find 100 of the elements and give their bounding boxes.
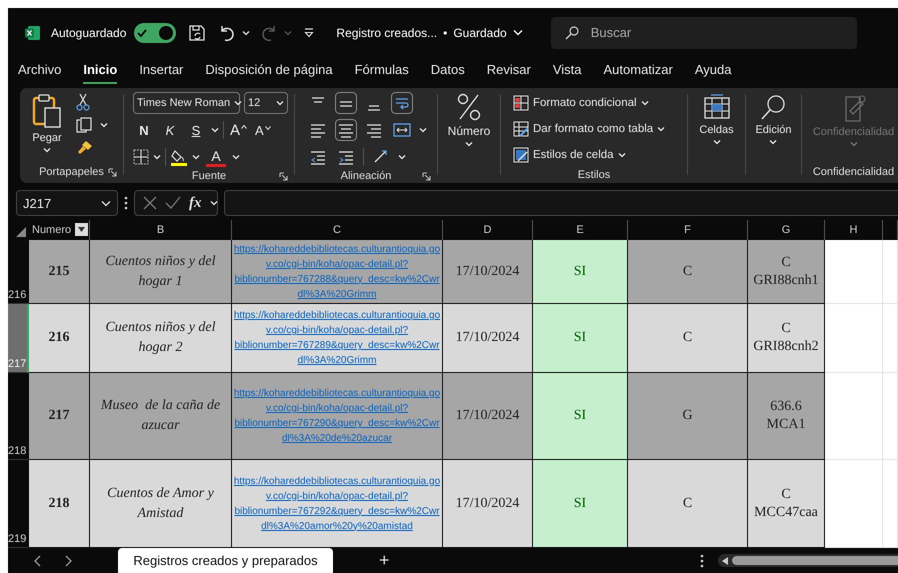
italic-button[interactable]: K [159,122,181,138]
dialog-launcher-icon[interactable] [422,172,431,180]
caret-icon[interactable] [232,154,240,160]
editing-button[interactable]: Edición [751,91,796,147]
document-title-button[interactable]: Registro creados... • Guardado [336,26,523,40]
row-header[interactable]: 217 [8,304,29,373]
record-link[interactable]: https://kohareddebibliotecas.culturantioquia.gov.co/cgi-bin/koha/opac-detail.pl?biblionumber=767292&query_desc=kw%2Cwrdl%3A%20amor%20y%20amistad [232,474,442,534]
group-label: Confidencialidad [812,166,894,178]
table-cell: 17/10/2024 [443,460,533,548]
group-label: Alineación [340,170,392,182]
table-cell: 216 [29,304,90,373]
scissors-icon[interactable] [76,93,90,111]
menu-tab[interactable]: Insertar [139,58,184,84]
menu-tab[interactable]: Revisar [486,58,531,84]
more-options-icon[interactable] [700,554,704,568]
menu-tab[interactable]: Fórmulas [354,58,409,84]
align-center-icon[interactable] [335,119,357,141]
cells-button[interactable]: Celdas [695,91,738,147]
record-link[interactable]: https://kohareddebibliotecas.culturantioquia.gov.co/cgi-bin/koha/opac-detail.pl?biblionumber=767289&query_desc=kw%2Cwrdl%3A%20Grimm [232,308,442,368]
shrink-font-button[interactable]: A [253,122,273,138]
caret-icon [284,30,292,36]
cells-icon [702,93,730,121]
style-menu-button[interactable]: Formato condicional [511,91,651,114]
caret-icon [43,147,51,153]
menu-tab[interactable]: Disposición de página [205,58,333,84]
up-caret-icon [241,124,248,128]
customize-toolbar-icon[interactable] [304,28,314,38]
table-cell: C MCC47caa [748,460,825,548]
menu-tab[interactable]: Datos [430,58,465,84]
table-cell: G [628,373,748,460]
paste-button[interactable]: Pegar [28,91,66,155]
font-size-dropdown[interactable]: 12 [244,92,288,114]
previous-sheet-icon[interactable] [34,554,42,566]
search-field[interactable]: Buscar [550,16,857,48]
table-cell: 218 [29,460,90,548]
underline-button[interactable]: S [185,122,207,138]
caret-icon[interactable] [192,154,200,160]
add-sheet-button[interactable]: + [375,550,394,571]
table-cell: 636.6 MCA1 [748,373,825,460]
next-sheet-icon[interactable] [64,554,72,566]
style-menu-button[interactable]: Dar formato como tabla [511,117,668,140]
copy-icon[interactable] [76,117,92,133]
table-cell: C GRI88cnh2 [748,304,825,373]
menu-tab[interactable]: Automatizar [604,58,673,84]
menu-tab[interactable]: Ayuda [694,58,732,84]
magnifier-icon [759,93,788,121]
wrap-text-icon[interactable] [391,92,413,114]
enter-check-icon[interactable] [165,196,181,210]
insert-function-button[interactable]: fx [189,194,202,212]
borders-icon[interactable] [133,149,149,165]
caret-icon [618,152,626,158]
save-icon[interactable] [188,24,206,42]
caret-icon [276,100,284,106]
font-color-button[interactable]: A [204,146,228,168]
table-cell: SI [533,373,628,460]
caret-icon[interactable] [153,154,161,160]
select-all-icon[interactable] [16,227,26,237]
caret-icon [234,100,242,106]
sheet-tab[interactable]: Registros creados y preparados [118,548,333,573]
caret-icon [657,126,666,132]
table-cell: C [628,304,748,373]
table-cell: 215 [29,240,90,304]
number-format-button[interactable]: Número [444,91,494,149]
align-middle-icon[interactable] [335,92,357,114]
dialog-launcher-icon[interactable] [108,168,117,176]
bold-button[interactable]: N [133,122,155,138]
caret-icon[interactable] [398,154,406,160]
menu-tab[interactable]: Vista [552,58,582,84]
menu-tab[interactable]: Archivo [18,58,62,84]
caret-icon[interactable] [100,122,108,128]
font-name-dropdown[interactable]: Times New Roman [133,92,240,114]
filter-button[interactable] [75,223,88,236]
caret-icon [712,139,720,145]
conditional-format-icon [513,94,529,110]
caret-icon[interactable] [242,30,250,36]
table-cell: SI [533,240,628,304]
table-cell: Cuentos de Amor y Amistad [90,460,232,548]
search-icon [564,26,579,40]
name-box[interactable]: J217 [16,190,118,216]
caret-icon[interactable] [210,200,218,206]
grow-font-button[interactable]: A [228,120,250,140]
scroll-left-icon[interactable] [722,556,728,564]
caret-icon[interactable] [211,127,219,133]
cancel-icon[interactable] [143,196,157,210]
group-label: Estilos [578,168,610,180]
menu-tab[interactable]: Inicio [83,58,118,84]
formula-input[interactable] [224,190,898,216]
horizontal-scrollbar[interactable] [718,554,898,567]
group-label: Portapapeles [39,166,104,178]
dialog-launcher-icon[interactable] [279,172,288,180]
more-options-icon[interactable] [124,196,128,210]
fill-color-icon[interactable] [170,148,188,166]
style-menu-button[interactable]: Estilos de celda [511,143,628,166]
caret-icon[interactable] [419,127,427,133]
autosave-toggle[interactable] [134,22,176,42]
down-caret-icon [264,126,271,130]
caret-icon [769,139,778,145]
spreadsheet-logo-icon[interactable] [25,24,41,40]
table-cell: SI [533,460,628,548]
brush-icon[interactable] [76,139,94,155]
